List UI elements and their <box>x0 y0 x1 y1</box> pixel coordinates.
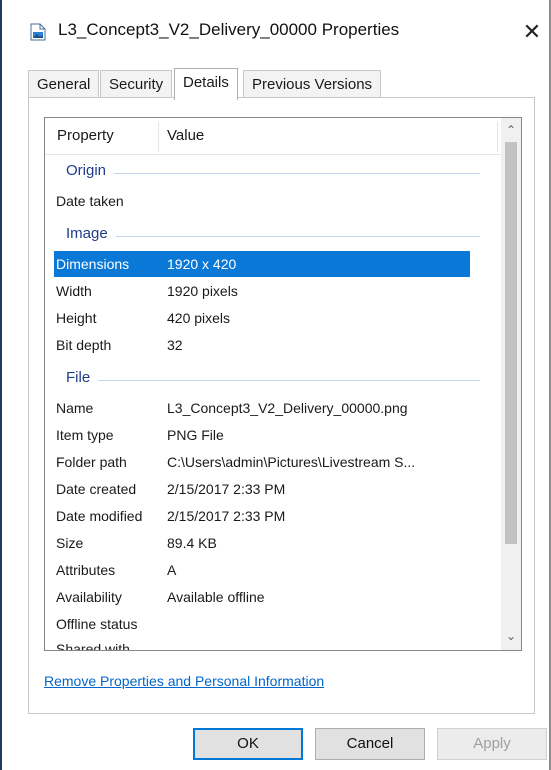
property-value: 1920 pixels <box>167 283 238 299</box>
column-divider[interactable] <box>497 122 498 152</box>
property-name: Shared with <box>56 641 130 651</box>
tab-details[interactable]: Details <box>174 68 238 100</box>
list-row[interactable]: Folder path C:\Users\admin\Pictures\Live… <box>54 449 470 475</box>
chevron-up-icon: ⌃ <box>505 123 517 137</box>
group-label-file: File <box>66 369 99 386</box>
cancel-button[interactable]: Cancel <box>315 728 425 760</box>
group-divider <box>66 380 480 381</box>
group-label-origin: Origin <box>66 162 115 179</box>
remove-properties-link[interactable]: Remove Properties and Personal Informati… <box>44 673 324 689</box>
list-row[interactable]: Size 89.4 KB <box>54 530 470 556</box>
column-header-value[interactable]: Value <box>167 127 204 144</box>
property-name: Dimensions <box>56 256 130 272</box>
list-row[interactable]: Availability Available offline <box>54 584 470 610</box>
list-row[interactable]: Date created 2/15/2017 2:33 PM <box>54 476 470 502</box>
property-name: Item type <box>56 427 114 443</box>
property-value: L3_Concept3_V2_Delivery_00000.png <box>167 400 408 416</box>
property-name: Date taken <box>56 193 124 209</box>
property-value: 2/15/2017 2:33 PM <box>167 481 286 497</box>
tab-previous-versions[interactable]: Previous Versions <box>243 70 382 98</box>
apply-button: Apply <box>437 728 547 760</box>
list-row[interactable]: Width 1920 pixels <box>54 278 470 304</box>
list-row[interactable]: Attributes A <box>54 557 470 583</box>
title-bar: L3_Concept3_V2_Delivery_00000 Properties… <box>2 0 549 64</box>
list-header: Property Value <box>45 118 501 155</box>
property-name: Offline status <box>56 616 138 632</box>
list-row-selected[interactable]: Dimensions 1920 x 420 <box>54 251 470 277</box>
property-name: Width <box>56 283 92 299</box>
property-name: Height <box>56 310 97 326</box>
property-name: Bit depth <box>56 337 112 353</box>
scroll-down-button[interactable]: ⌄ <box>501 626 521 646</box>
list-row[interactable]: Date modified 2/15/2017 2:33 PM <box>54 503 470 529</box>
property-value: C:\Users\admin\Pictures\Livestream S... <box>167 454 416 470</box>
property-value: Available offline <box>167 589 265 605</box>
close-button[interactable]: ✕ <box>514 14 550 50</box>
property-name: Availability <box>56 589 122 605</box>
group-image: Image <box>54 222 480 248</box>
list-row[interactable]: Date taken <box>54 188 470 214</box>
property-name: Size <box>56 535 84 551</box>
ok-button[interactable]: OK <box>193 728 303 760</box>
chevron-down-icon: ⌄ <box>505 629 517 643</box>
list-row[interactable]: Bit depth 32 <box>54 332 470 358</box>
list-row[interactable]: Item type PNG File <box>54 422 470 448</box>
image-file-icon <box>30 23 46 41</box>
column-header-property[interactable]: Property <box>57 127 114 144</box>
properties-list[interactable]: Property Value Origin Date taken Image D… <box>44 117 522 651</box>
property-name: Name <box>56 400 94 416</box>
group-origin: Origin <box>54 159 480 185</box>
group-file: File <box>54 366 480 392</box>
group-divider <box>66 236 480 237</box>
property-value: 1920 x 420 <box>167 256 237 272</box>
list-row[interactable]: Name L3_Concept3_V2_Delivery_00000.png <box>54 395 470 421</box>
list-row[interactable]: Height 420 pixels <box>54 305 470 331</box>
property-value: 89.4 KB <box>167 535 217 551</box>
column-divider[interactable] <box>158 122 159 152</box>
scroll-up-button[interactable]: ⌃ <box>501 120 521 140</box>
group-divider <box>66 173 480 174</box>
group-label-image: Image <box>66 225 116 242</box>
property-value: PNG File <box>167 427 224 443</box>
scrollbar-thumb[interactable] <box>505 142 517 544</box>
property-name: Folder path <box>56 454 127 470</box>
window-left-border <box>0 0 2 770</box>
list-row[interactable]: Shared with <box>54 636 470 651</box>
property-name: Date modified <box>56 508 143 524</box>
property-value: 2/15/2017 2:33 PM <box>167 508 286 524</box>
property-name: Date created <box>56 481 137 497</box>
property-value: A <box>167 562 177 578</box>
property-name: Attributes <box>56 562 116 578</box>
property-value: 32 <box>167 337 183 353</box>
list-row[interactable]: Offline status <box>54 611 470 637</box>
tab-general[interactable]: General <box>28 70 100 98</box>
tab-security[interactable]: Security <box>100 70 173 98</box>
vertical-scrollbar[interactable]: ⌃ ⌄ <box>501 118 521 650</box>
close-icon: ✕ <box>522 19 542 44</box>
window-title: L3_Concept3_V2_Delivery_00000 Properties <box>58 20 400 39</box>
property-value: 420 pixels <box>167 310 231 326</box>
